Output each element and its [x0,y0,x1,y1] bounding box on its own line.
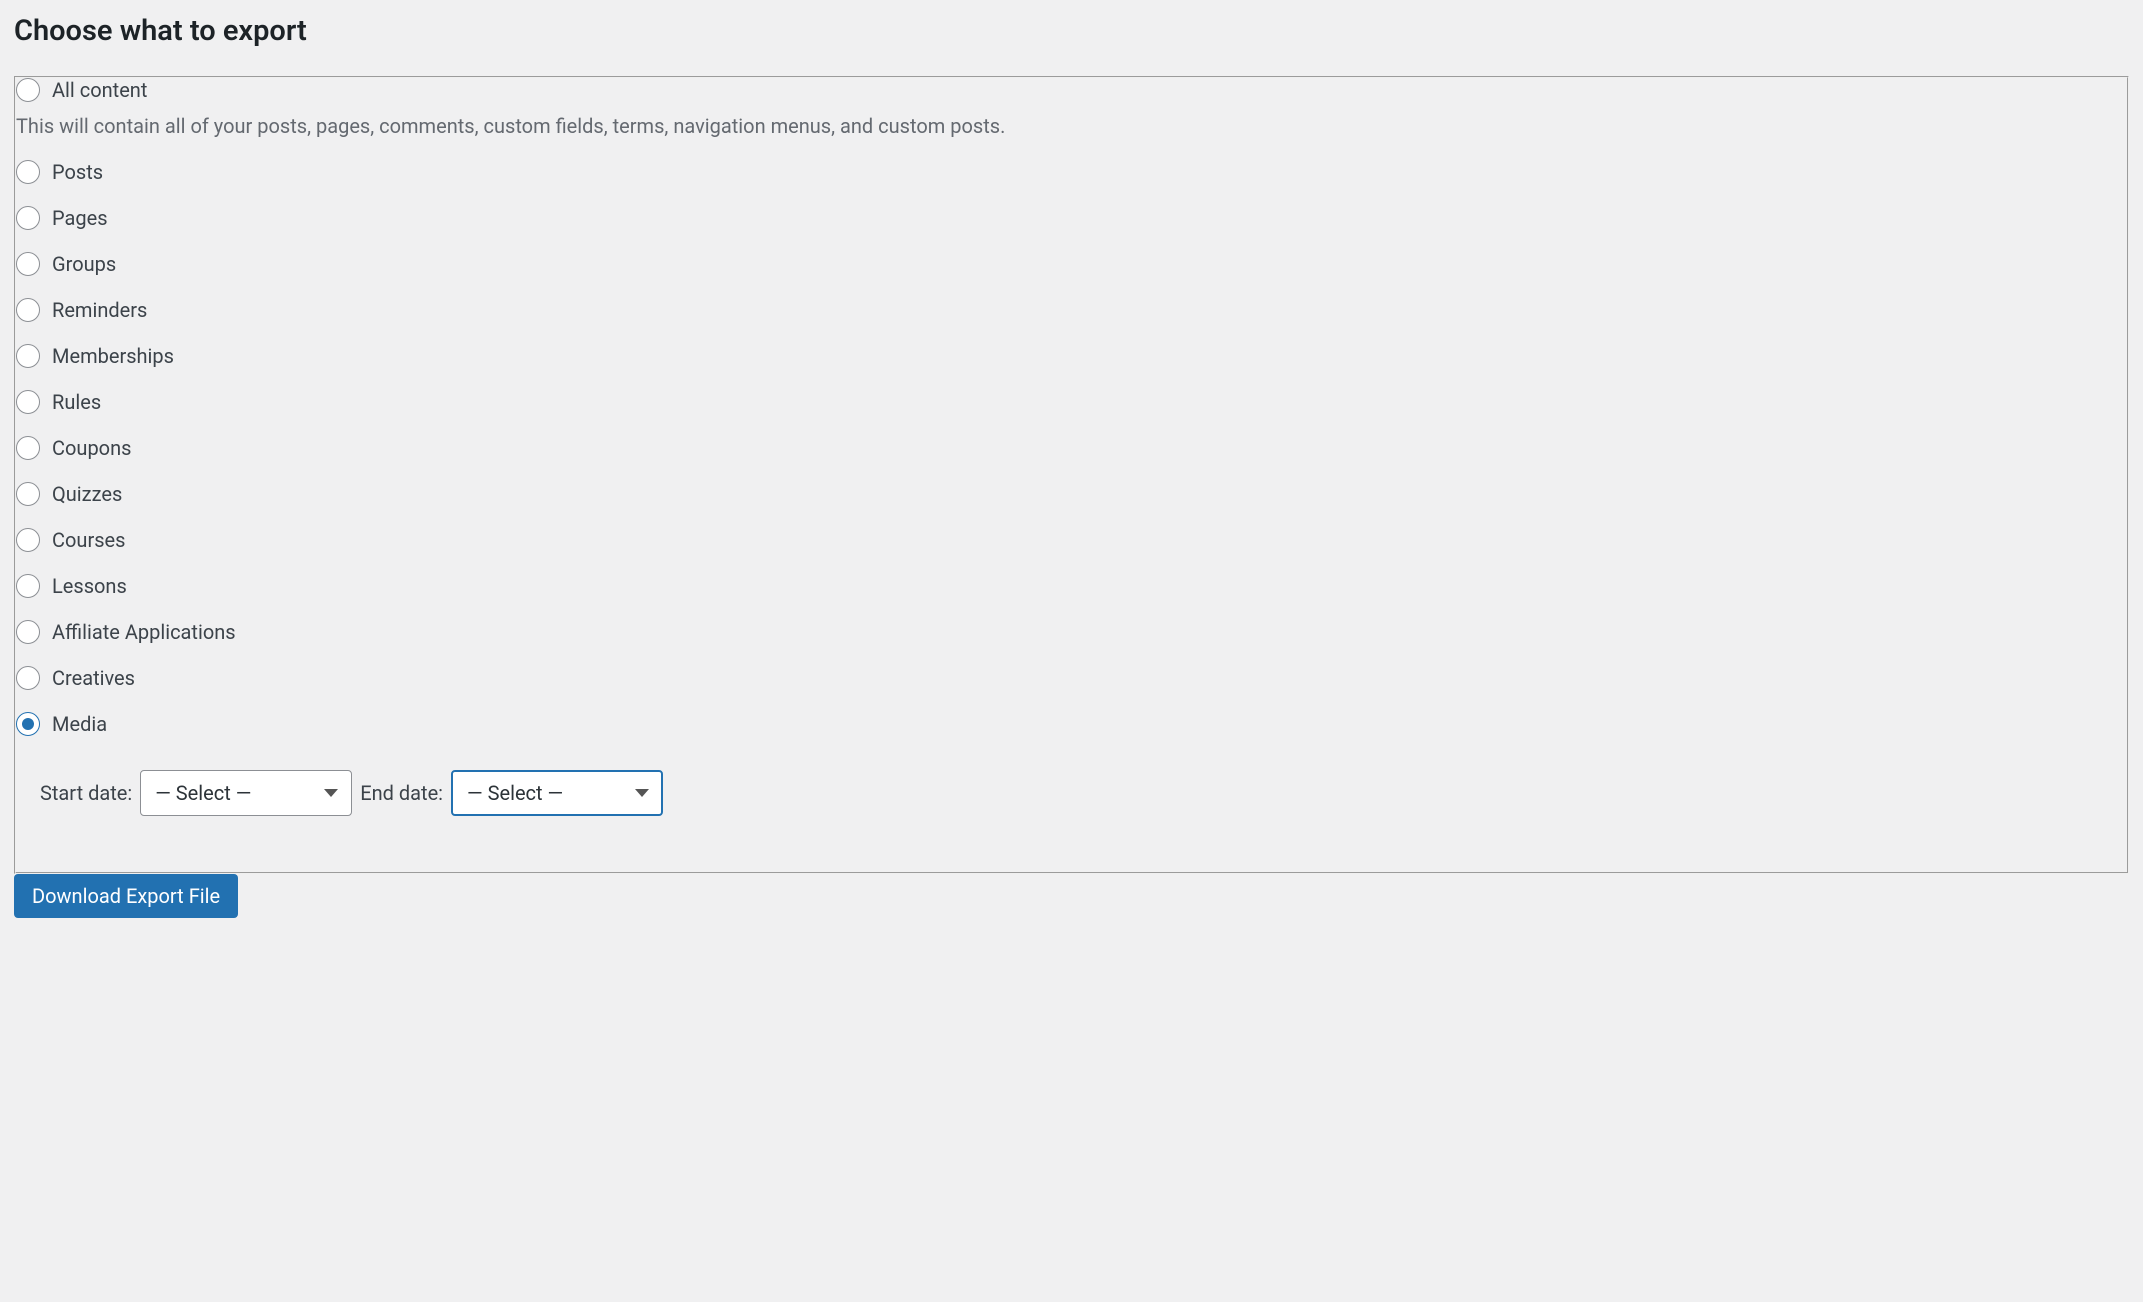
start-date-select[interactable]: — Select — [140,770,352,816]
end-date-label: End date: [360,781,443,805]
label-quizzes[interactable]: Quizzes [52,482,122,506]
label-all-content[interactable]: All content [52,78,147,102]
section-heading: Choose what to export [14,14,2129,48]
radio-all-content[interactable] [16,78,40,102]
radio-media[interactable] [16,712,40,736]
label-rules[interactable]: Rules [52,390,101,414]
radio-coupons[interactable] [16,436,40,460]
label-courses[interactable]: Courses [52,528,125,552]
radio-lessons[interactable] [16,574,40,598]
radio-pages[interactable] [16,206,40,230]
label-posts[interactable]: Posts [52,160,103,184]
label-lessons[interactable]: Lessons [52,574,127,598]
radio-creatives[interactable] [16,666,40,690]
export-options-fieldset: All content This will contain all of you… [14,76,2129,874]
label-affiliate-applications[interactable]: Affiliate Applications [52,620,236,644]
radio-rules[interactable] [16,390,40,414]
radio-courses[interactable] [16,528,40,552]
label-media[interactable]: Media [52,712,107,736]
radio-groups[interactable] [16,252,40,276]
start-date-label: Start date: [40,781,132,805]
radio-quizzes[interactable] [16,482,40,506]
label-memberships[interactable]: Memberships [52,344,174,368]
radio-memberships[interactable] [16,344,40,368]
radio-reminders[interactable] [16,298,40,322]
end-date-select[interactable]: — Select — [451,770,663,816]
label-groups[interactable]: Groups [52,252,116,276]
media-date-filter: Start date: — Select — End date: — Selec… [40,770,2127,816]
label-coupons[interactable]: Coupons [52,436,131,460]
radio-affiliate-applications[interactable] [16,620,40,644]
download-export-file-button[interactable]: Download Export File [14,874,238,918]
label-reminders[interactable]: Reminders [52,298,147,322]
label-pages[interactable]: Pages [52,206,108,230]
radio-posts[interactable] [16,160,40,184]
label-creatives[interactable]: Creatives [52,666,135,690]
all-content-description: This will contain all of your posts, pag… [16,114,2127,138]
